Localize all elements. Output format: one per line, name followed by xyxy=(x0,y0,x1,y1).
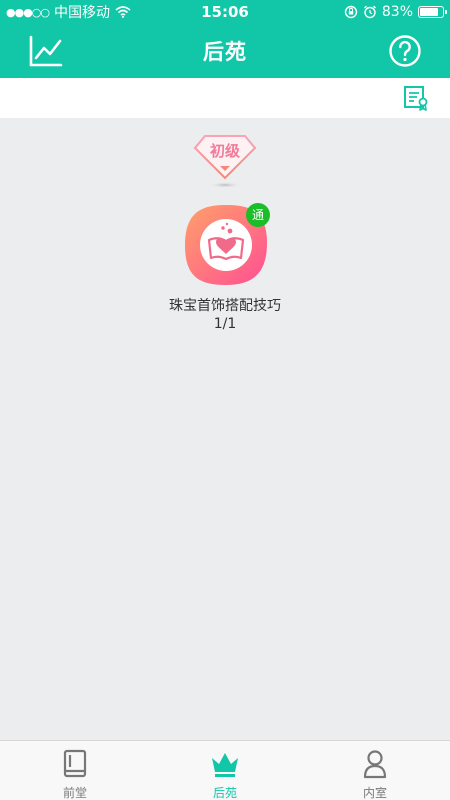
chart-icon[interactable] xyxy=(28,34,64,68)
tab-bar: 前堂 后苑 内室 xyxy=(0,740,450,800)
battery-icon xyxy=(418,6,447,18)
tab-front-hall[interactable]: 前堂 xyxy=(0,741,150,800)
tab-inner-room[interactable]: 内室 xyxy=(300,741,450,800)
course-title: 珠宝首饰搭配技巧 xyxy=(169,298,281,314)
carrier-label: 中国移动 xyxy=(54,5,110,21)
tab-label: 后苑 xyxy=(212,786,237,800)
person-icon xyxy=(363,750,387,779)
certificate-icon[interactable] xyxy=(402,84,430,112)
crown-icon xyxy=(212,753,238,777)
nav-bar: 后苑 xyxy=(0,24,450,78)
course-progress: 1/1 xyxy=(213,316,237,332)
toolbar xyxy=(0,78,450,118)
signal-icon: ●●●○○ xyxy=(6,5,50,19)
battery-level xyxy=(420,8,439,16)
alarm-icon xyxy=(363,5,376,19)
status-bar: ●●●○○ 中国移动 15:06 83% xyxy=(0,0,450,24)
battery-percent: 83% xyxy=(381,4,413,20)
level-badge: 初级 xyxy=(192,134,258,190)
wifi-icon xyxy=(115,6,131,18)
tab-label: 内室 xyxy=(362,786,387,800)
status-right: 83% xyxy=(344,4,447,20)
course-card[interactable]: 通 珠宝首饰搭配技巧 1/1 xyxy=(150,203,300,333)
book-icon xyxy=(63,749,87,778)
rotation-lock-icon xyxy=(344,5,358,19)
level-label: 初级 xyxy=(209,142,240,160)
tab-label: 前堂 xyxy=(62,786,87,800)
status-left: ●●●○○ 中国移动 xyxy=(6,2,131,22)
tab-back-garden[interactable]: 后苑 xyxy=(150,741,300,800)
help-icon[interactable] xyxy=(388,34,422,68)
pass-badge: 通 xyxy=(246,203,270,227)
page-title: 后苑 xyxy=(203,40,247,64)
status-time: 15:06 xyxy=(201,3,249,21)
